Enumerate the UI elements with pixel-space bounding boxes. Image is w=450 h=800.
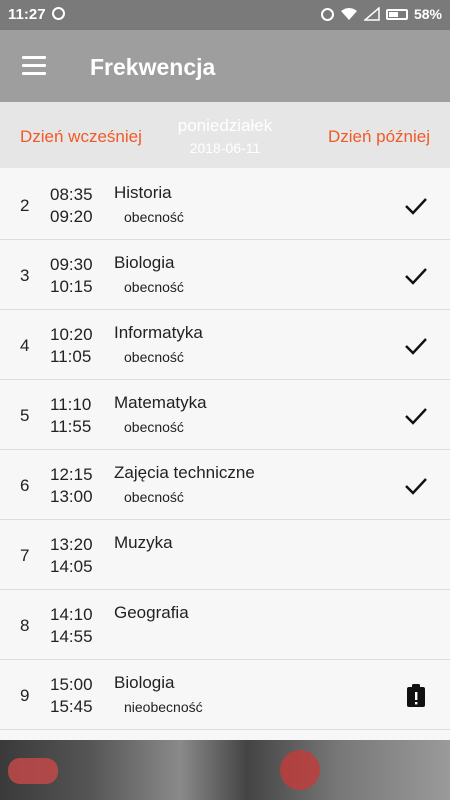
absence-clipboard-icon [404,684,428,708]
lesson-start-time: 12:15 [50,465,93,484]
status-bar: 11:27 58% [0,0,450,30]
lesson-list: 2 08:35 09:20 Historia obecność 3 09:30 10:15 Bi… [0,170,450,730]
check-icon [404,404,428,428]
status-icons: 58% [320,6,442,22]
sync-icon [52,7,65,20]
check-icon [404,334,428,358]
battery-icon [385,8,408,20]
lesson-subject: Historia [114,183,172,202]
lesson-start-time: 09:30 [50,255,93,274]
hamburger-menu-icon[interactable] [22,56,48,76]
lesson-subject: Matematyka [114,393,207,412]
ad-graphic [8,758,58,784]
lesson-number: 6 [20,476,30,495]
lesson-start-time: 13:20 [50,535,93,554]
page-title: Frekwencja [90,54,216,80]
alarm-icon [320,7,334,21]
lesson-end-time: 11:55 [50,417,92,436]
lesson-number: 8 [20,616,30,635]
lesson-row[interactable]: 5 11:10 11:55 Matematyka obecność [0,380,450,450]
lesson-number: 4 [20,336,30,355]
lesson-start-time: 15:00 [50,675,93,694]
attendance-status: obecność [124,489,184,505]
ad-graphic [280,750,320,790]
lesson-row[interactable]: 9 15:00 15:45 Biologia nieobecność [0,660,450,730]
check-icon [404,264,428,288]
lesson-number: 9 [20,686,30,705]
next-day-button[interactable]: Dzień później [328,127,430,147]
lesson-row[interactable]: 7 13:20 14:05 Muzyka [0,520,450,590]
status-time: 11:27 [8,6,46,23]
lesson-start-time: 11:10 [50,395,92,414]
wifi-icon [340,7,358,21]
lesson-subject: Geografia [114,603,189,622]
lesson-start-time: 08:35 [50,185,93,204]
lesson-end-time: 13:00 [50,487,93,506]
lesson-subject: Zajęcia techniczne [114,463,255,482]
check-icon [404,474,428,498]
date-navigation: Dzień wcześniej poniedziałek 2018-06-11 … [0,102,450,168]
attendance-status: obecność [124,419,184,435]
lesson-row[interactable]: 4 10:20 11:05 Informatyka obecność [0,310,450,380]
lesson-row[interactable]: 2 08:35 09:20 Historia obecność [0,170,450,240]
lesson-end-time: 14:55 [50,627,93,646]
lesson-number: 2 [20,196,30,215]
lesson-end-time: 14:05 [50,557,93,576]
check-icon [404,194,428,218]
app-bar: Frekwencja [0,30,450,102]
lesson-subject: Informatyka [114,323,203,342]
lesson-end-time: 15:45 [50,697,93,716]
ad-banner[interactable] [0,740,450,800]
lesson-end-time: 11:05 [50,347,92,366]
lesson-row[interactable]: 8 14:10 14:55 Geografia [0,590,450,660]
battery-percent: 58% [413,6,442,22]
lesson-start-time: 10:20 [50,325,93,344]
attendance-status: obecność [124,279,184,295]
lesson-subject: Biologia [114,253,175,272]
lesson-number: 3 [20,266,30,285]
signal-icon [363,7,380,21]
lesson-number: 5 [20,406,30,425]
lesson-subject: Biologia [114,673,175,692]
lesson-row[interactable]: 3 09:30 10:15 Biologia obecność [0,240,450,310]
lesson-number: 7 [20,546,30,565]
attendance-status: obecność [124,349,184,365]
lesson-row[interactable]: 6 12:15 13:00 Zajęcia techniczne obecność [0,450,450,520]
lesson-end-time: 10:15 [50,277,93,296]
lesson-end-time: 09:20 [50,207,93,226]
lesson-start-time: 14:10 [50,605,93,624]
lesson-subject: Muzyka [114,533,173,552]
attendance-status: nieobecność [124,699,203,715]
attendance-status: obecność [124,209,184,225]
